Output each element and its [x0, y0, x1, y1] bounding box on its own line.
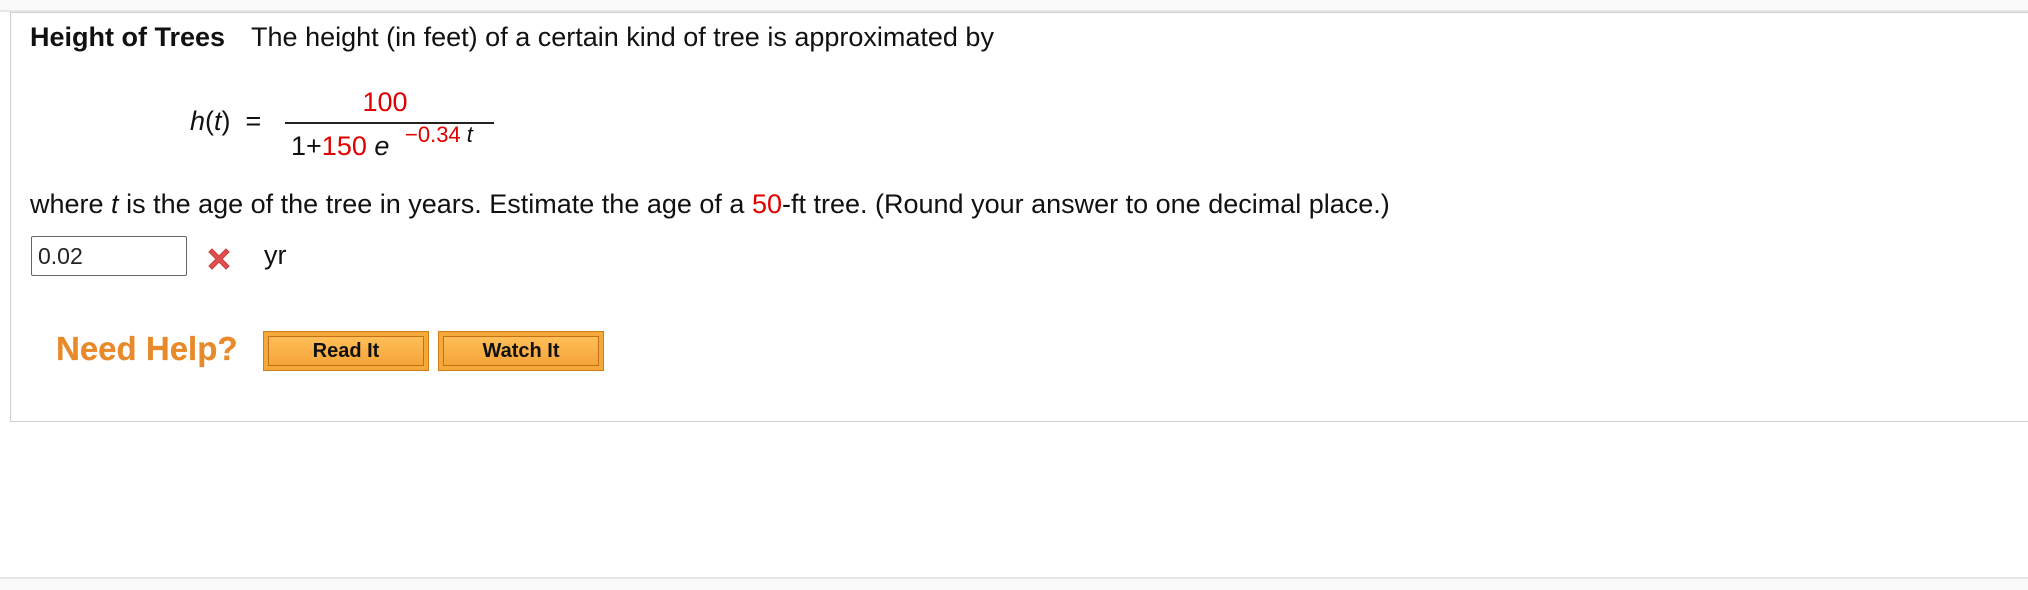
answer-input[interactable] [31, 236, 187, 276]
formula-exponent: −0.34 t [405, 122, 473, 148]
exponent-variable: t [466, 122, 473, 147]
question-mid: is the age of the tree in years. Estimat… [118, 189, 752, 219]
exponential-base: e [374, 131, 390, 161]
problem-header: Height of Trees The height (in feet) of a… [30, 22, 994, 53]
top-divider [0, 0, 2028, 12]
problem-intro: The height (in feet) of a certain kind o… [251, 22, 994, 52]
function-name: h [190, 106, 206, 136]
question-text: where t is the age of the tree in years.… [30, 189, 1390, 220]
equals-sign: = [245, 106, 262, 136]
function-variable: t [214, 106, 222, 136]
problem-title: Height of Trees [30, 22, 226, 52]
formula-lhs: h(t) = [190, 106, 262, 136]
question-post: -ft tree. (Round your answer to one deci… [781, 189, 1390, 219]
denominator-one-plus: 1+ [291, 131, 322, 161]
height-formula: h(t) = 100 1+150 e −0.34 t [190, 85, 510, 165]
watch-it-button[interactable]: Watch It [438, 331, 604, 371]
read-it-button[interactable]: Read It [263, 331, 429, 371]
formula-denominator: 1+150 e [291, 131, 389, 162]
read-it-label: Read It [268, 336, 424, 366]
watch-it-label: Watch It [443, 336, 599, 366]
question-pre: where [30, 189, 112, 219]
red-x-icon [208, 248, 230, 270]
question-value: 50 [751, 189, 782, 219]
exponent-coefficient: −0.34 [405, 122, 461, 147]
question-variable: t [111, 189, 119, 219]
bottom-divider [0, 577, 2028, 590]
need-help-label: Need Help? [56, 330, 238, 367]
denominator-coefficient: 150 [321, 131, 367, 161]
answer-unit: yr [264, 240, 287, 270]
formula-numerator: 100 [362, 87, 408, 117]
